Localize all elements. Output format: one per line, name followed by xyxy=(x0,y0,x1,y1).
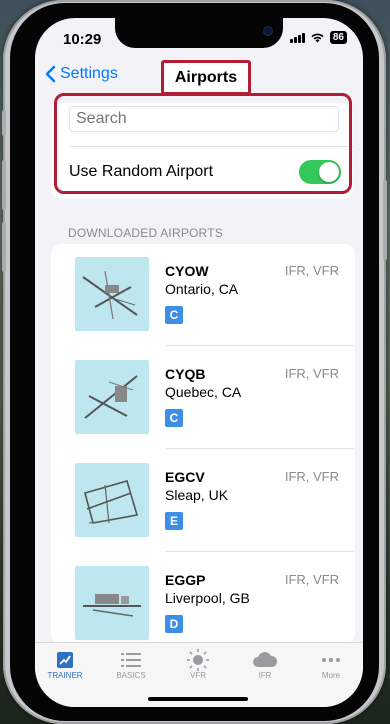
airport-diagram-thumbnail xyxy=(75,566,149,640)
airspace-class-badge: D xyxy=(165,615,183,633)
divider xyxy=(69,146,353,147)
airport-diagram-thumbnail xyxy=(75,463,149,537)
airport-row-cyow[interactable]: CYOW Ontario, CA IFR, VFR C xyxy=(51,244,355,346)
airport-list: CYOW Ontario, CA IFR, VFR C CYQB Quebec,… xyxy=(51,244,355,644)
airport-location: Sleap, UK xyxy=(165,487,229,503)
battery-indicator: 86 xyxy=(329,31,347,44)
status-time: 10:29 xyxy=(63,31,102,48)
airspace-class-badge: C xyxy=(165,306,183,324)
phone-frame: 10:29 86 Settings Airports Search Use Ra… xyxy=(2,0,387,724)
cloud-icon xyxy=(253,652,278,667)
chevron-left-icon xyxy=(45,65,56,83)
tab-trainer[interactable]: TRAINER xyxy=(35,649,95,680)
section-header: DOWNLOADED AIRPORTS xyxy=(68,226,223,240)
tab-label: VFR xyxy=(190,671,206,680)
airport-rules: IFR, VFR xyxy=(284,366,339,381)
airport-row-eggp[interactable]: EGGP Liverpool, GB IFR, VFR D xyxy=(51,553,355,644)
airport-code: EGCV xyxy=(165,469,205,485)
home-indicator xyxy=(148,697,248,701)
tab-basics[interactable]: BASICS xyxy=(101,649,161,680)
random-airport-label: Use Random Airport xyxy=(69,163,214,180)
tab-label: TRAINER xyxy=(47,671,83,680)
tab-label: IFR xyxy=(258,671,272,680)
tab-label: More xyxy=(321,671,341,680)
search-input[interactable] xyxy=(69,106,339,132)
cellular-signal-icon xyxy=(289,32,305,43)
navigation-bar: Settings Airports xyxy=(35,60,363,96)
screen: 10:29 86 Settings Airports Search Use Ra… xyxy=(35,18,363,707)
notch xyxy=(115,18,283,48)
airport-row-cyqb[interactable]: CYQB Quebec, CA IFR, VFR C xyxy=(51,347,355,449)
airport-diagram-thumbnail xyxy=(75,360,149,434)
random-airport-toggle[interactable] xyxy=(299,160,341,184)
airport-diagram-thumbnail xyxy=(75,257,149,331)
page-title: Airports xyxy=(161,60,251,95)
tab-more[interactable]: More xyxy=(301,649,361,680)
back-label: Settings xyxy=(60,65,118,82)
status-icons: 86 xyxy=(289,31,347,44)
volume-down-button xyxy=(2,222,6,272)
airport-location: Liverpool, GB xyxy=(165,590,250,606)
mute-switch xyxy=(2,110,6,136)
airspace-class-badge: C xyxy=(165,409,183,427)
airport-rules: IFR, VFR xyxy=(284,263,339,278)
more-icon xyxy=(322,658,340,662)
back-button[interactable]: Settings xyxy=(45,65,118,83)
airport-code: EGGP xyxy=(165,572,206,588)
airport-location: Ontario, CA xyxy=(165,281,239,297)
side-button xyxy=(383,180,387,260)
volume-up-button xyxy=(2,160,6,210)
tab-ifr[interactable]: IFR xyxy=(235,649,295,680)
airspace-class-badge: E xyxy=(165,512,183,530)
airport-code: CYQB xyxy=(165,366,206,382)
airport-row-egcv[interactable]: EGCV Sleap, UK IFR, VFR E xyxy=(51,450,355,552)
tab-vfr[interactable]: VFR xyxy=(168,649,228,680)
list-icon xyxy=(121,653,141,667)
camera-icon xyxy=(263,26,273,36)
airport-rules: IFR, VFR xyxy=(284,572,339,587)
airport-code: CYOW xyxy=(165,263,209,279)
sun-icon xyxy=(187,649,209,671)
airport-location: Quebec, CA xyxy=(165,384,242,400)
toggle-knob xyxy=(319,162,339,182)
wifi-icon xyxy=(311,33,324,43)
tab-label: BASICS xyxy=(116,671,146,680)
trainer-icon xyxy=(57,652,73,668)
airport-rules: IFR, VFR xyxy=(284,469,339,484)
